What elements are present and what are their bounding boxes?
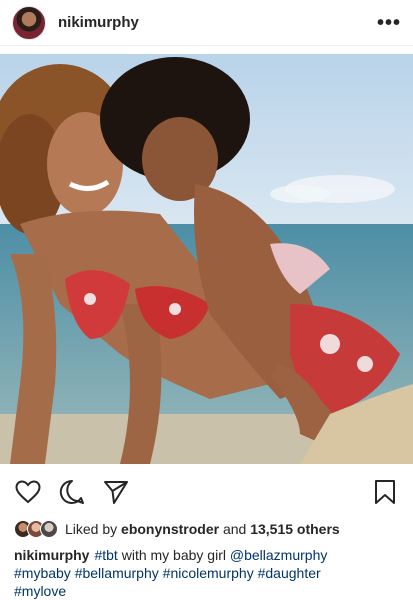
- hashtag-link[interactable]: #mylove: [14, 583, 66, 599]
- more-options-icon[interactable]: •••: [377, 13, 401, 33]
- post-username[interactable]: nikimurphy: [58, 14, 139, 31]
- comment-icon: [59, 479, 84, 504]
- photo-illustration: [0, 54, 413, 464]
- bookmark-icon: [375, 480, 395, 504]
- avatar[interactable]: [12, 5, 46, 40]
- post-photo[interactable]: [0, 54, 413, 464]
- post-caption: nikimurphy #tbt with my baby girl @bellaz…: [14, 546, 404, 600]
- caption-text: with my baby girl: [121, 547, 226, 563]
- likes-prefix: Liked by: [65, 521, 118, 537]
- hashtag-link[interactable]: #nicolemurphy: [163, 565, 254, 581]
- post-actions: [0, 474, 413, 510]
- first-liker-link[interactable]: ebonynstroder: [121, 521, 219, 537]
- caption-username[interactable]: nikimurphy: [14, 547, 89, 563]
- likes-conjunction: and: [222, 521, 247, 537]
- hashtag-link[interactable]: #bellamurphy: [75, 565, 159, 581]
- comment-button[interactable]: [58, 478, 86, 506]
- share-icon: [104, 481, 128, 504]
- like-button[interactable]: [14, 478, 42, 506]
- hashtag-link[interactable]: #daughter: [258, 565, 321, 581]
- hashtag-link[interactable]: #mybaby: [14, 565, 71, 581]
- mention-link[interactable]: @bellazmurphy: [230, 547, 327, 563]
- likes-count-link[interactable]: 13,515 others: [250, 521, 340, 537]
- post-header: nikimurphy •••: [0, 0, 413, 46]
- heart-icon: [15, 480, 41, 504]
- save-button[interactable]: [371, 478, 399, 506]
- liker-avatars: [14, 520, 58, 538]
- likes-summary: Liked by ebonynstroder and 13,515 others: [14, 518, 340, 540]
- share-button[interactable]: [102, 478, 130, 506]
- hashtag-link[interactable]: #tbt: [94, 547, 117, 563]
- liker-avatar: [40, 520, 58, 538]
